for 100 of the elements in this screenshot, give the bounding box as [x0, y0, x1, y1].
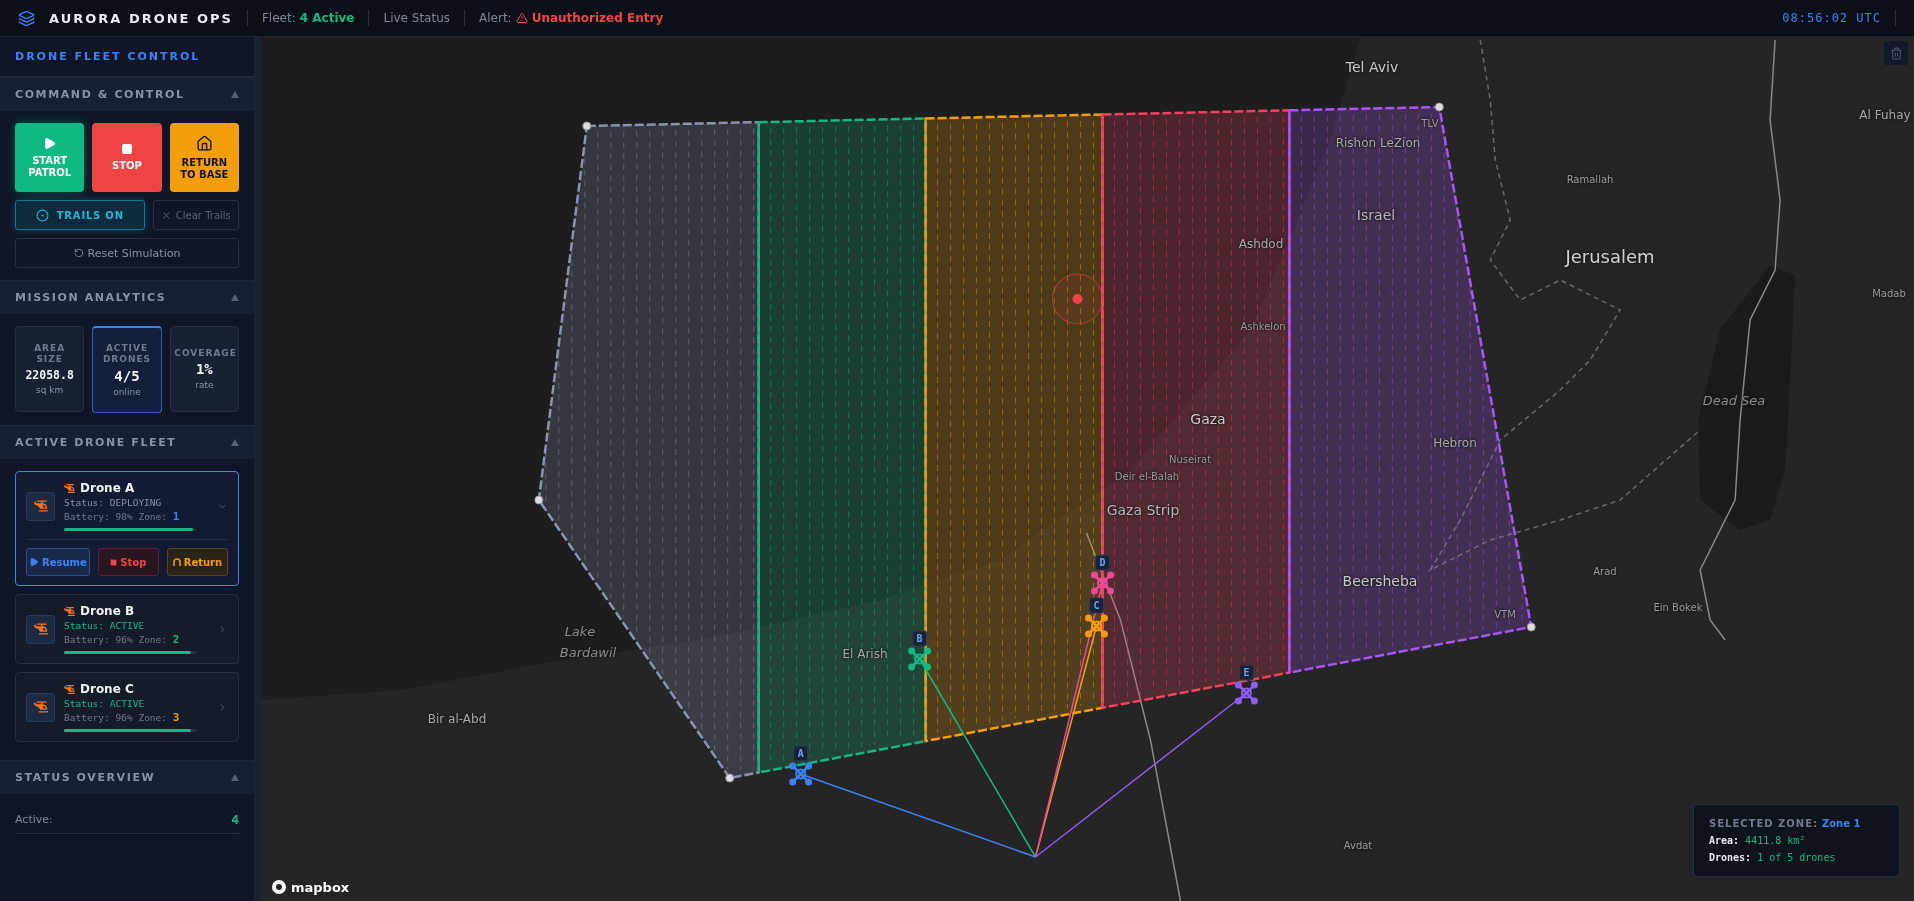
logo-icon	[271, 879, 287, 895]
drone-avatar	[26, 614, 55, 644]
place-label: TLV	[1421, 117, 1439, 129]
drone-icon[interactable]	[789, 762, 813, 786]
place-label: Ashkelon	[1240, 320, 1286, 332]
command-button[interactable]: STOP	[92, 123, 162, 192]
patrol-zone[interactable]	[537, 120, 760, 780]
drone-status: Status: DEPLOYING	[64, 497, 163, 508]
drone-name: Drone A	[80, 481, 135, 495]
trash-icon	[1889, 46, 1903, 60]
place-label: VTM	[1494, 608, 1516, 620]
section-header[interactable]: MISSION ANALYTICS	[0, 280, 254, 314]
place-label: Nuseirat	[1168, 453, 1212, 465]
place-label: Bardawil	[559, 644, 617, 660]
metric-unit: online	[113, 386, 141, 397]
place-label: Arad	[1593, 565, 1617, 577]
drone-action-button[interactable]: Resume	[26, 548, 90, 576]
drone-avatar	[26, 491, 55, 521]
stat-value: 4	[231, 812, 239, 827]
place-label: Lake	[564, 623, 596, 639]
stop-icon	[110, 558, 118, 566]
drone-icon[interactable]	[1091, 571, 1114, 595]
scrollbar[interactable]	[255, 37, 261, 901]
drone-action-button[interactable]: Return	[166, 548, 228, 576]
arch-icon	[172, 558, 181, 566]
warning-icon	[515, 12, 528, 24]
metric-value: 1%	[195, 361, 213, 378]
place-label: Gaza	[1190, 411, 1226, 427]
map-attribution[interactable]: mapbox	[271, 879, 350, 895]
play-icon	[43, 137, 57, 150]
reset-icon	[73, 248, 84, 258]
place-label: Bir al-Abd	[427, 712, 487, 726]
place-label: Ein Bokek	[1653, 601, 1703, 613]
command-button[interactable]: RETURN TO BASE	[169, 123, 239, 192]
attribution-text: mapbox	[291, 879, 350, 895]
place-label: El Arish	[842, 647, 888, 661]
boundary-vertex[interactable]	[534, 495, 544, 505]
drone-action-button[interactable]: Stop	[97, 548, 159, 576]
alert-message: Unauthorized Entry	[531, 11, 664, 25]
patrol-zone[interactable]	[757, 117, 927, 775]
place-label: Avdat	[1343, 839, 1373, 851]
drone-card[interactable]: Drone A Status: DEPLOYING Battery: 98% Zone: 1 Resume Stop Return	[15, 471, 239, 586]
drone-tag: B	[912, 630, 928, 647]
drone-status: Status: ACTIVE	[64, 620, 146, 631]
collapse-icon[interactable]	[231, 774, 239, 781]
boundary-vertex[interactable]	[1526, 622, 1536, 632]
drone-avatar	[26, 692, 55, 722]
helicopter-icon	[64, 482, 75, 494]
boundary-vertex[interactable]	[1434, 102, 1444, 112]
helicopter-icon	[64, 683, 75, 695]
section-header[interactable]: COMMAND & CONTROL	[0, 77, 254, 111]
place-label: Madab	[1872, 287, 1906, 299]
trails-toggle[interactable]: TRAILS ON	[15, 200, 145, 230]
live-status-label: Live Status	[383, 11, 451, 25]
drone-card[interactable]: Drone B Status: ACTIVE Battery: 96% Zone: 2	[15, 594, 239, 664]
boundary-vertex[interactable]	[725, 773, 735, 783]
drone-tag: C	[1089, 597, 1104, 614]
collapse-icon[interactable]	[231, 91, 239, 98]
target-marker[interactable]	[1052, 273, 1103, 325]
place-label: Deir el-Balah	[1114, 470, 1180, 482]
patrol-zone[interactable]	[924, 113, 1104, 743]
home-icon	[195, 135, 213, 152]
drone-icon[interactable]	[908, 647, 932, 671]
drones-value: 1 of 5 drones	[1757, 852, 1836, 863]
drone-icon[interactable]	[1234, 681, 1258, 705]
place-label: Jerusalem	[1565, 245, 1655, 267]
patrol-zone[interactable]	[1101, 109, 1291, 710]
play-icon	[29, 557, 39, 567]
place-label: Israel	[1356, 207, 1396, 223]
clock: 08:56:02 UTC	[1782, 11, 1881, 25]
drone-tag: D	[1095, 554, 1110, 571]
place-label: Beersheba	[1342, 573, 1418, 589]
section-header[interactable]: STATUS OVERVIEW	[0, 760, 254, 794]
metric-unit: sq km	[36, 384, 64, 395]
drone-status: Status: ACTIVE	[64, 698, 146, 709]
area-value: 4411.8 km²	[1745, 835, 1806, 846]
drone-battery-zone: Battery: 96% Zone: 3	[64, 711, 181, 724]
boundary-vertex[interactable]	[582, 121, 592, 131]
fleet-label: Fleet:	[261, 11, 296, 25]
metric-unit: rate	[195, 380, 214, 391]
metric-value: 4/5	[114, 367, 140, 384]
drone-tag: E	[1238, 664, 1254, 681]
area-label: Area:	[1709, 835, 1740, 846]
stop-icon	[121, 143, 133, 156]
place-label: Hebron	[1433, 436, 1477, 450]
reset-button[interactable]: Reset Simulation	[15, 238, 239, 268]
patrol-zone[interactable]	[1288, 105, 1533, 675]
drone-icon[interactable]	[1085, 614, 1108, 638]
brand-title: AURORA DRONE OPS	[49, 10, 233, 26]
drone-battery-zone: Battery: 96% Zone: 2	[64, 633, 181, 646]
place-label: Rishon LeZion	[1335, 136, 1421, 150]
collapse-icon[interactable]	[231, 294, 239, 301]
section-header[interactable]: ACTIVE DRONE FLEET	[0, 425, 254, 459]
clear-trails-button[interactable]: Clear Trails	[152, 200, 239, 230]
trash-button[interactable]	[1884, 41, 1908, 65]
fleet-count: 4 Active	[299, 11, 355, 25]
collapse-icon[interactable]	[231, 439, 239, 446]
drone-card[interactable]: Drone C Status: ACTIVE Battery: 96% Zone: 3	[15, 672, 239, 742]
place-label: Al Fuhay	[1859, 108, 1911, 122]
panel-title: SELECTED ZONE:	[1709, 818, 1818, 829]
